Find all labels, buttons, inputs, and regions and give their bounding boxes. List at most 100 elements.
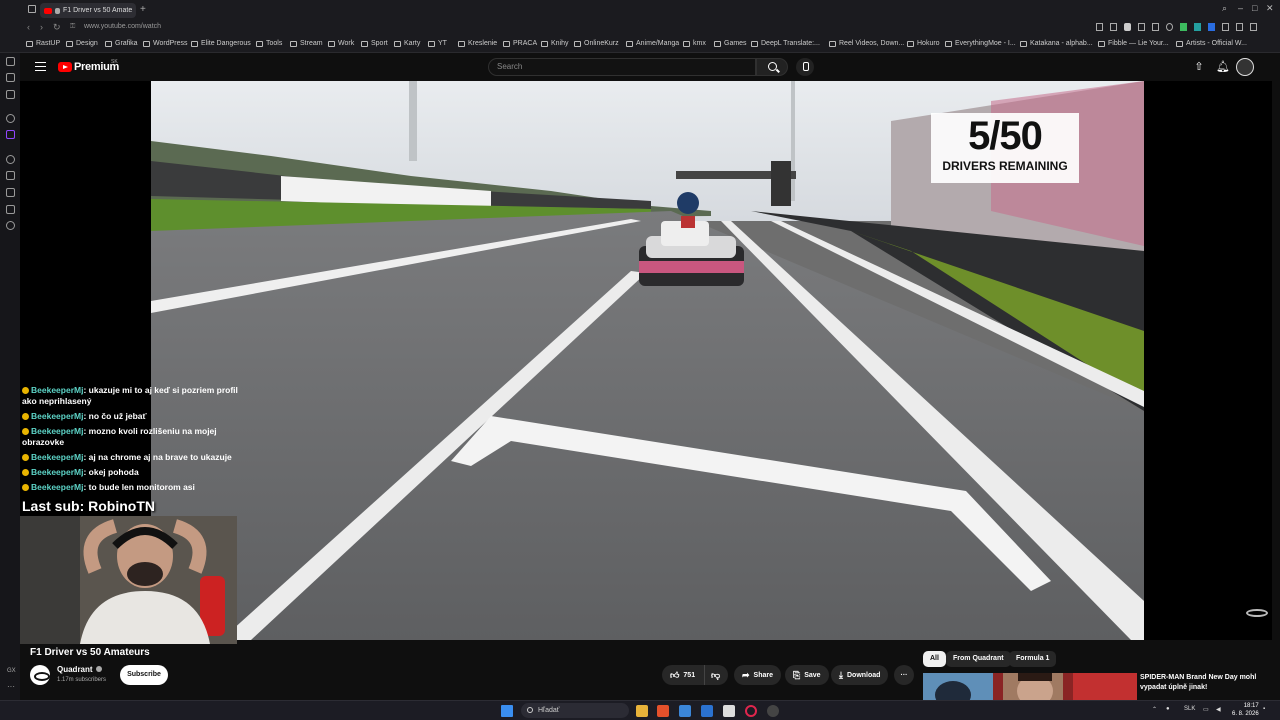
bookmark-item[interactable]: Elite Dangerous [191,40,251,47]
menu-icon[interactable] [1250,23,1257,31]
play-ext-icon[interactable] [1152,23,1159,31]
chip-from-quadrant[interactable]: From Quadrant [946,651,1011,667]
pin-icon[interactable] [6,73,15,82]
minimize-icon[interactable]: – [1238,3,1243,13]
more-actions-button[interactable]: ··· [894,665,914,685]
recommendation-title[interactable]: SPIDER-MAN Brand New Day mohl vypadat úp… [1140,673,1270,693]
shield-ext-icon[interactable] [1124,23,1131,31]
send-icon[interactable] [6,171,15,180]
recommendation-thumbnail[interactable] [923,673,1137,700]
forward-icon[interactable]: › [40,22,43,32]
ext-green-icon[interactable] [1180,23,1187,31]
bookmark-item[interactable]: Games [714,40,747,47]
voice-search-icon[interactable] [796,58,814,76]
bookmark-item[interactable]: EverythingMoe - I... [945,40,1016,47]
search-input[interactable]: Search [488,58,756,76]
bookmark-icon[interactable] [1096,23,1103,31]
share-button[interactable]: ➦ Share [734,665,782,685]
url-field[interactable]: www.youtube.com/watch [84,23,161,30]
chip-all[interactable]: All [923,651,946,667]
windows-start-icon[interactable] [501,705,513,717]
maximize-icon[interactable]: □ [1252,3,1257,13]
chip-formula-1[interactable]: Formula 1 [1009,651,1057,667]
bookmark-item[interactable]: Stream [290,40,323,47]
tools-icon[interactable] [6,205,15,214]
search-tabs-icon[interactable]: ⌕ [1222,3,1227,14]
notifications-icon[interactable]: ▪ [1263,706,1265,712]
bookmark-item[interactable]: RastUP [26,40,60,47]
file-explorer-icon[interactable] [636,705,648,717]
bookmark-item[interactable]: Reel Videos, Down... [829,40,904,47]
bookmark-item[interactable]: Kreslenie [458,40,497,47]
channel-name-text[interactable]: Quadrant [57,665,93,674]
bookmark-item[interactable]: Hokuro [907,40,940,47]
bookmark-item[interactable]: Knihy [541,40,569,47]
bookmark-item[interactable]: Anime/Manga [626,40,679,47]
youtube-logo-icon[interactable] [58,62,72,72]
heart-icon[interactable] [1166,23,1173,31]
back-icon[interactable]: ‹ [27,22,30,32]
mic-tray-icon[interactable]: ● [1166,706,1170,712]
reload-icon[interactable]: ↻ [53,22,61,33]
channel-name[interactable]: Quadrant [57,665,102,674]
shield-icon[interactable] [6,90,15,99]
workspace-icon[interactable] [28,5,36,13]
bookmark-item[interactable]: YT [428,40,447,47]
volume-tray-icon[interactable]: ◀︎ [1216,706,1221,713]
tab-youtube[interactable]: F1 Driver vs 50 Amate [40,3,136,18]
hamburger-menu-icon[interactable] [35,62,46,71]
bookmark-item[interactable]: Grafika [105,40,138,47]
bookmark-item[interactable]: kmx [683,40,706,47]
bookmark-item[interactable]: Karty [394,40,420,47]
gear-icon[interactable] [6,221,15,230]
mail-icon[interactable] [701,705,713,717]
channel-watermark-icon[interactable] [1246,609,1268,617]
channel-avatar[interactable] [30,665,50,685]
brave-icon[interactable] [657,705,669,717]
more-icon[interactable]: ··· [7,682,15,691]
ext-teal-icon[interactable] [1194,23,1201,31]
bookmark-item[interactable]: Design [66,40,98,47]
upload-icon[interactable]: ⇧ [1192,60,1206,74]
bookmark-item[interactable]: Tools [256,40,282,47]
language-indicator[interactable]: SLK [1184,706,1195,712]
search-button[interactable] [756,58,788,76]
new-tab-button[interactable]: + [140,4,146,15]
save-button[interactable]: ⎘ Save [785,665,829,685]
ext-grey-icon[interactable] [1222,23,1229,31]
download-button[interactable]: ⤓ Download [831,665,889,685]
volume-icon[interactable] [1138,23,1145,31]
notifications-bell-icon[interactable]: 🔔︎ [1216,60,1230,74]
download-icon[interactable] [1236,23,1243,31]
obs-icon[interactable] [767,705,779,717]
ext-blue-icon[interactable] [1208,23,1215,31]
dislike-button[interactable]: 👎︎ [704,665,728,685]
bookmark-item[interactable]: DeepL Translate:... [751,40,820,47]
video-frame[interactable]: 5/50 DRIVERS REMAINING [151,81,1144,640]
opera-gx-icon[interactable] [745,705,757,717]
play-icon[interactable] [6,155,15,164]
photos-icon[interactable] [679,705,691,717]
bookmark-item[interactable]: Artists - Official W... [1176,40,1247,47]
bookmark-item[interactable]: PRACA [503,40,537,47]
bookmark-item[interactable]: OnlineKurz [574,40,619,47]
book-icon[interactable] [6,188,15,197]
bookmark-item[interactable]: Sport [361,40,388,47]
bookmark-item[interactable]: WordPress [143,40,188,47]
bookmark-item[interactable]: Work [328,40,354,47]
twitch-icon[interactable] [6,130,15,139]
calendar-icon[interactable] [723,705,735,717]
settings-icon[interactable] [6,114,15,123]
tray-chevron-icon[interactable]: ⌃ [1152,706,1157,713]
like-button[interactable]: 👍︎ 751 [662,665,704,685]
bookmark-item[interactable]: Katakana - alphab... [1020,40,1093,47]
display-tray-icon[interactable]: ▭ [1203,706,1209,713]
audio-icon[interactable] [55,7,60,14]
taskbar-search-input[interactable]: Hľadať [521,703,629,718]
bookmark-item[interactable]: Fibble — Lie Your... [1098,40,1169,47]
user-avatar[interactable] [1236,58,1254,76]
subscribe-button[interactable]: Subscribe [120,665,168,685]
camera-icon[interactable] [1110,23,1117,31]
extension-icon[interactable] [6,57,15,66]
system-clock[interactable]: 18:17 6. 8. 2026 [1232,702,1259,718]
